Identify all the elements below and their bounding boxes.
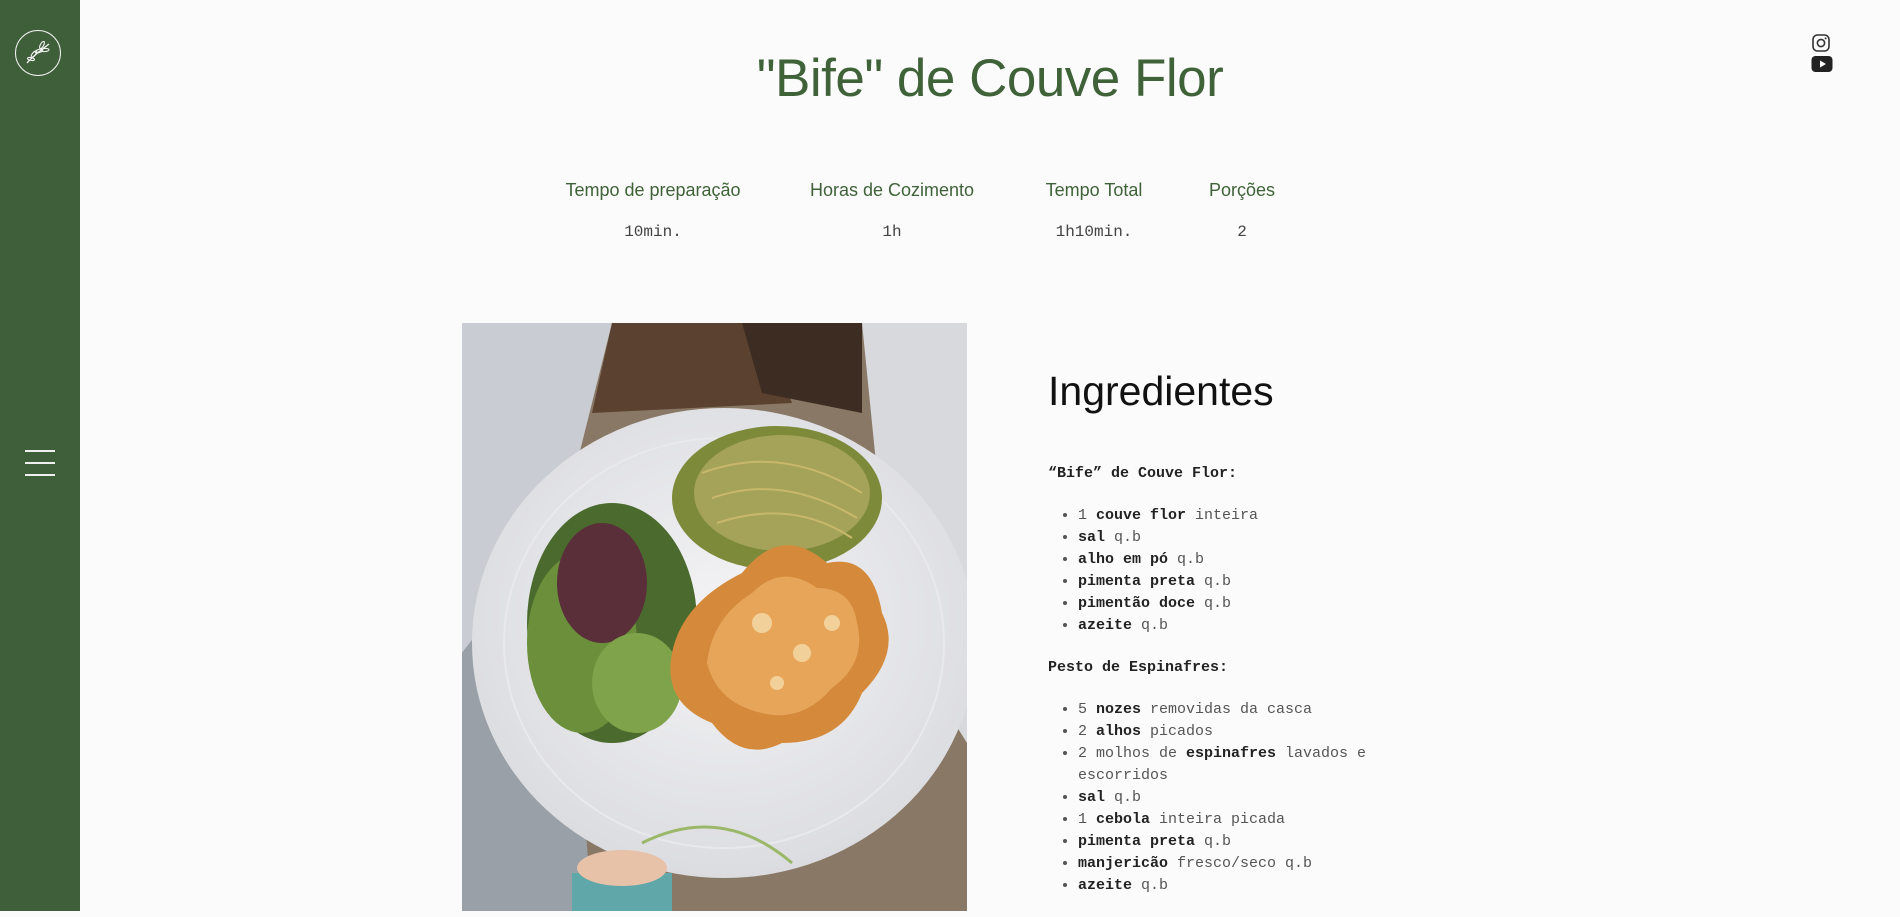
stat-value: 1h10min. — [1055, 223, 1133, 241]
sidebar — [0, 0, 80, 911]
stat-value: 10min. — [624, 223, 682, 241]
ingredient-list: 5 nozes removidas da casca 2 alhos picad… — [1048, 699, 1388, 897]
stat-total-time: Tempo Total 1h10min. — [1040, 180, 1148, 241]
ingredients-panel: Ingredientes “Bife” de Couve Flor: 1 cou… — [1048, 368, 1388, 917]
list-item: pimenta preta q.b — [1078, 831, 1388, 853]
list-item: sal q.b — [1078, 527, 1388, 549]
stat-label: Tempo Total — [1045, 180, 1143, 200]
section-title: “Bife” de Couve Flor: — [1048, 465, 1238, 482]
list-item: 1 cebola inteira picada — [1078, 809, 1388, 831]
stat-label: Tempo de preparação — [565, 180, 741, 200]
list-item: 2 molhos de espinafres lavados e escorri… — [1078, 743, 1388, 787]
stat-label: Horas de Cozimento — [809, 180, 975, 200]
stat-servings: Porções 2 — [1205, 180, 1279, 241]
stat-value: 1h — [882, 223, 902, 241]
list-item: 5 nozes removidas da casca — [1078, 699, 1388, 721]
list-item: pimentão doce q.b — [1078, 593, 1388, 615]
list-item: azeite q.b — [1078, 615, 1388, 637]
list-item: alho em pó q.b — [1078, 549, 1388, 571]
ingredients-heading: Ingredientes — [1048, 368, 1274, 414]
list-item: azeite q.b — [1078, 875, 1388, 897]
stat-label: Porções — [1208, 180, 1276, 200]
recipe-photo — [462, 323, 967, 911]
list-item: manjericão fresco/seco q.b — [1078, 853, 1388, 875]
stat-value: 2 — [1237, 223, 1247, 241]
section-title: Pesto de Espinafres: — [1048, 659, 1229, 676]
list-item: 1 couve flor inteira — [1078, 505, 1388, 527]
stat-cook-time: Horas de Cozimento 1h — [807, 180, 977, 241]
list-item: 2 alhos picados — [1078, 721, 1388, 743]
list-item: sal q.b — [1078, 787, 1388, 809]
hamburger-menu-icon[interactable] — [25, 450, 55, 476]
list-item: pimenta preta q.b — [1078, 571, 1388, 593]
stat-prep-time: Tempo de preparação 10min. — [558, 180, 748, 241]
ingredient-list: 1 couve flor inteira sal q.b alho em pó … — [1048, 505, 1388, 637]
leaf-logo-icon[interactable] — [15, 30, 61, 76]
page-title: "Bife" de Couve Flor — [756, 49, 1224, 108]
